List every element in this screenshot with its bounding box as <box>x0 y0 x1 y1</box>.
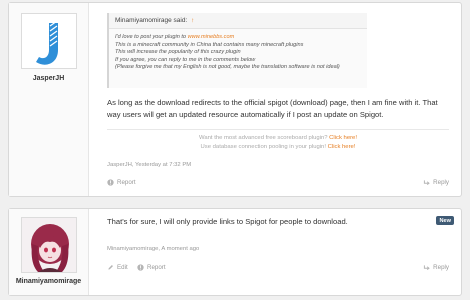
quote-line: If you agree, you can reply to me in the… <box>115 56 256 63</box>
user-info-column: JasperJH <box>9 3 89 196</box>
reply-label: Reply <box>433 264 449 271</box>
quote-link[interactable]: www.minebbs.com <box>188 34 235 40</box>
user-info-column: Minamiyamomirage <box>9 209 89 295</box>
quote-header: Minamiyamomirage said: ↑ <box>109 13 367 29</box>
reply-button[interactable]: Reply <box>423 179 449 186</box>
post-meta[interactable]: Minamiyamomirage, A moment ago <box>107 246 199 252</box>
report-button[interactable]: Report <box>137 264 166 271</box>
quote-block: Minamiyamomirage said: ↑ I'd love to pos… <box>107 13 367 88</box>
quote-body: I'd love to post your plugin to www.mine… <box>109 29 367 77</box>
avatar[interactable] <box>21 13 77 69</box>
post-message: That's for sure, I will only provide lin… <box>107 217 348 226</box>
signature: Want the most advanced free scoreboard p… <box>107 129 449 152</box>
reply-label: Reply <box>433 179 449 186</box>
signature-link[interactable]: Click here! <box>329 135 357 141</box>
signature-text: Use database connection pooling in your … <box>200 144 328 150</box>
username[interactable]: Minamiyamomirage <box>9 278 88 285</box>
message-line: As long as the download redirects to the… <box>107 98 438 107</box>
post-minamiyamomirage: Minamiyamomirage New That's for sure, I … <box>8 208 462 296</box>
new-badge: New <box>436 216 454 225</box>
reply-button[interactable]: Reply <box>423 264 449 271</box>
quote-line: (Please forgive me that my English is no… <box>115 64 340 71</box>
warning-icon <box>137 264 144 271</box>
report-label: Report <box>117 179 136 186</box>
signature-text: Want the most advanced free scoreboard p… <box>199 135 330 141</box>
edit-label: Edit <box>117 264 128 271</box>
report-button[interactable]: Report <box>107 179 136 186</box>
warning-icon <box>107 179 114 186</box>
quote-jump-arrow-icon[interactable]: ↑ <box>191 17 194 24</box>
post-actions: Report Reply <box>107 179 449 191</box>
quote-author: Minamiyamomirage said: <box>115 17 188 24</box>
avatar[interactable] <box>21 217 77 273</box>
edit-button[interactable]: Edit <box>107 264 128 271</box>
username[interactable]: JasperJH <box>9 75 88 82</box>
post-meta[interactable]: JasperJH, Yesterday at 7:32 PM <box>107 162 191 168</box>
anime-girl-avatar-icon <box>22 218 76 272</box>
quote-line: I'd love to post your plugin to <box>115 34 188 40</box>
post-actions: Edit Report Reply <box>107 264 449 276</box>
letter-j-avatar-icon <box>22 14 76 68</box>
report-label: Report <box>147 264 166 271</box>
reply-arrow-icon <box>424 180 430 185</box>
post-jasperjh: JasperJH Minamiyamomirage said: ↑ I'd lo… <box>8 2 462 197</box>
quote-line: This is a minecraft community in China t… <box>115 41 304 48</box>
pencil-icon <box>108 265 113 270</box>
quote-line: This will increase the popularity of thi… <box>115 49 241 56</box>
reply-arrow-icon <box>424 265 430 270</box>
post-message: As long as the download redirects to the… <box>107 97 438 120</box>
message-line: way users will get an updated resource a… <box>107 109 384 119</box>
signature-link[interactable]: Click here! <box>328 144 356 150</box>
